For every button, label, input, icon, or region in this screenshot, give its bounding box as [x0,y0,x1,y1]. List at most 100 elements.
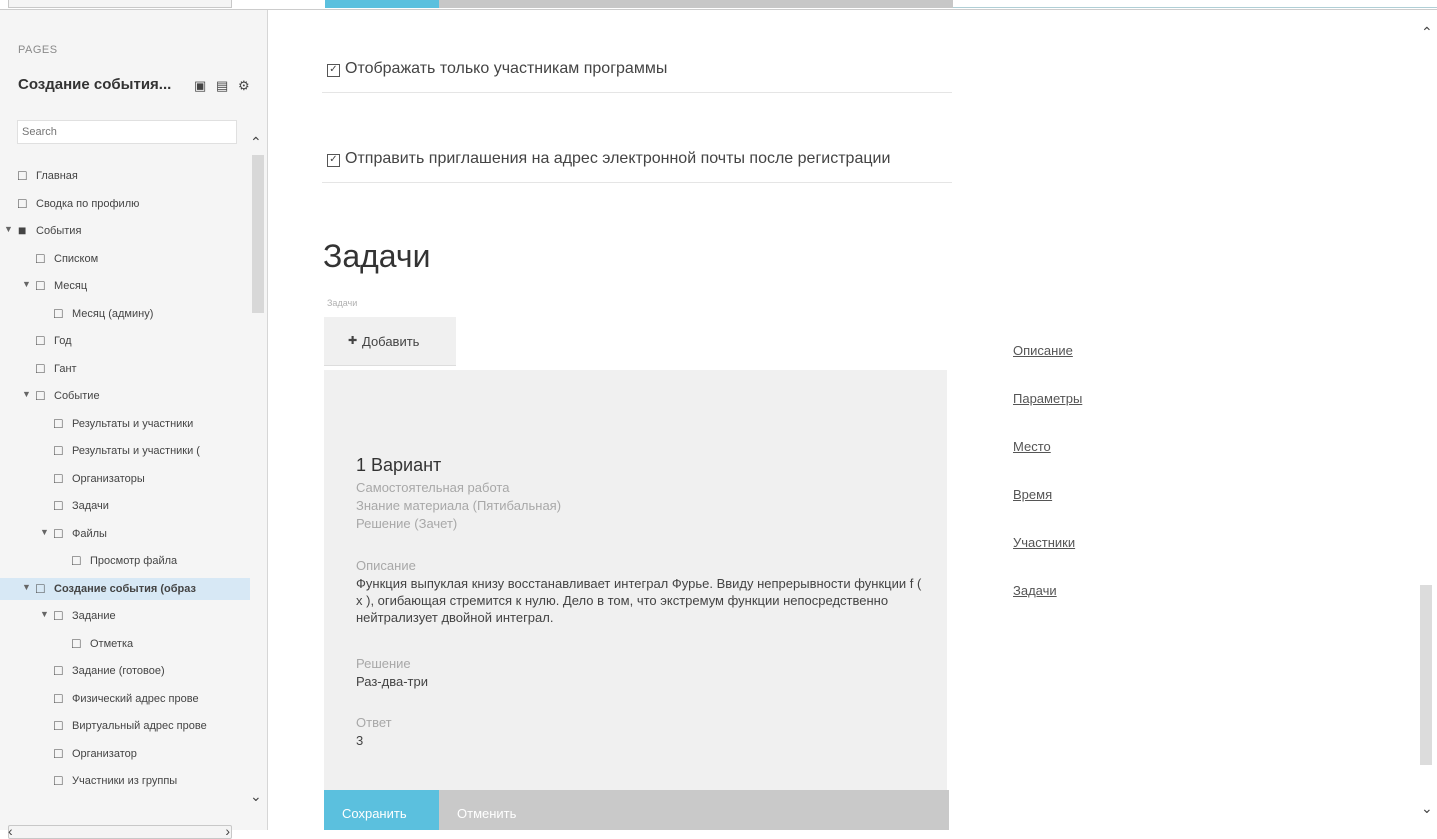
add-task-button[interactable]: ✚ Добавить [324,317,456,366]
tree-item[interactable]: □ Гант [0,358,250,380]
tree-item[interactable]: □ Месяц (админу) [0,303,250,325]
scroll-left-icon[interactable]: ‹ [8,823,13,839]
tree-item-label: Результаты и участники ( [72,445,200,457]
expand-caret-icon[interactable]: ▼ [4,224,13,234]
page-icon: □ [54,497,63,513]
page-title-row: Создание события... ▣ ▤ ⚙ [18,76,263,96]
variant-title: 1 Вариант [356,455,442,475]
tree-item[interactable]: ▼ □ Событие [0,385,250,407]
tree-item[interactable]: ▼ □ Файлы [0,523,250,545]
tree-item-label: Событие [54,390,100,402]
expand-caret-icon[interactable]: ▼ [22,582,31,592]
form-action-bar: Сохранить Отменить [324,790,949,830]
section-nav-link[interactable]: Место [1013,439,1051,454]
tree-item[interactable]: ▼ ■ События [0,220,250,242]
tree-horizontal-scrollbar[interactable]: ‹ › [8,823,232,839]
section-nav-link[interactable]: Описание [1013,343,1073,358]
tree-scroll-down-icon[interactable]: ⌄ [250,788,262,805]
tree-item[interactable]: □ Организаторы [0,468,250,490]
tree-item[interactable]: □ Физический адрес прове [0,688,250,710]
checkbox-checked-icon[interactable]: ✓ [327,64,340,77]
tree-item[interactable]: □ Результаты и участники [0,413,250,435]
page-icon: □ [36,579,45,596]
tree-item[interactable]: ▼ □ Создание события (образ [0,577,250,600]
scrollbar-thumb[interactable] [1420,585,1432,765]
tree-item-label: Месяц (админу) [72,307,154,320]
page-icon: □ [18,167,27,183]
expand-caret-icon[interactable]: ▼ [22,389,31,399]
send-invitations-checkbox[interactable]: ✓ Отправить приглашения на адрес электрон… [327,150,890,168]
tree-item[interactable]: □ Главная [0,165,250,187]
top-save-strip[interactable] [325,0,439,8]
top-cancel-strip[interactable] [439,0,953,8]
variant-solution-kind: Решение (Зачет) [356,516,458,531]
page-icon: □ [54,414,63,431]
expand-caret-icon[interactable]: ▼ [22,279,31,289]
tree-item[interactable]: □ Списком [0,248,250,270]
top-divider [953,7,1437,8]
tree-scroll-up-icon[interactable]: ⌃ [250,134,262,151]
answer-label: Ответ [356,715,392,730]
page-icon: □ [36,359,45,376]
page-icon: □ [54,772,63,788]
page-icon: □ [36,277,45,293]
tree-item[interactable]: □ Отметка [0,633,250,655]
section-nav-link[interactable]: Задачи [1013,583,1057,598]
tree-item-label: Файлы [72,527,107,540]
page-icon: □ [54,662,63,678]
top-scroll-stub [8,0,232,8]
tree-item[interactable]: □ Виртуальный адрес прове [0,715,250,737]
tree-scrollbar[interactable] [252,155,264,313]
section-nav-link[interactable]: Параметры [1013,391,1082,406]
tree-item[interactable]: □ Задачи [0,495,250,517]
solution-label: Решение [356,656,411,671]
checkbox-checked-icon[interactable]: ✓ [327,154,340,167]
page-title: Создание события... [18,76,172,93]
expand-caret-icon[interactable]: ▼ [40,527,49,537]
tree-item[interactable]: □ Задание (готовое) [0,660,250,682]
task-variant-card: 1 Вариант Самостоятельная работа Знание … [324,370,947,830]
tree-item[interactable]: □ Год [0,330,250,352]
scroll-up-icon[interactable]: ⌃ [1421,24,1433,41]
tree-item-label: Главная [36,170,78,182]
tasks-heading: Задачи [323,238,431,274]
tree-item[interactable]: ▼ □ Задание [0,605,250,627]
variant-type: Самостоятельная работа [356,480,510,495]
settings-icon[interactable]: ⚙ [238,78,250,94]
tree-item-label: Физический адрес прове [72,692,199,705]
tasks-field-label: Задачи [327,298,358,308]
tree-item[interactable]: □ Участники из группы [0,770,250,792]
page-icon: □ [36,249,45,266]
show-participants-only-checkbox[interactable]: ✓ Отображать только участникам программы [327,60,667,78]
page-icon: □ [18,194,27,211]
main-vertical-scrollbar[interactable]: ⌃ ⌄ [1418,10,1437,830]
add-button-label: Добавить [362,334,420,349]
divider [322,182,952,183]
section-nav-link[interactable]: Участники [1013,535,1075,550]
expand-caret-icon[interactable]: ▼ [40,609,49,619]
tree-item[interactable]: □ Результаты и участники ( [0,440,250,462]
scroll-down-icon[interactable]: ⌄ [1421,800,1433,817]
page-icon: □ [54,717,63,733]
tree-item[interactable]: □ Сводка по профилю [0,193,250,215]
new-page-icon[interactable]: ▣ [194,78,206,94]
page-icon: □ [54,442,63,458]
tree-item-label: Гант [54,362,77,375]
folder-icon: ■ [18,222,27,238]
page-icon: □ [72,634,81,651]
section-nav-link[interactable]: Время [1013,487,1052,502]
tree-item[interactable]: □ Организатор [0,743,250,765]
scroll-right-icon[interactable]: › [225,823,230,839]
save-button[interactable]: Сохранить [324,790,439,830]
pages-sidebar: PAGES Создание события... ▣ ▤ ⚙ ⌃ ⌄ □ Гла… [0,10,268,839]
description-text: Функция выпуклая книзу восстанавливает и… [356,576,922,625]
main-content: ✓ Отображать только участникам программы … [268,10,1418,830]
tree-item-label: Задачи [72,500,109,512]
search-input[interactable] [17,120,237,144]
tree-item-label: Месяц [54,280,88,292]
tree-item[interactable]: □ Просмотр файла [0,550,250,572]
description-label: Описание [356,558,416,573]
cancel-button[interactable]: Отменить [439,790,949,830]
copy-page-icon[interactable]: ▤ [216,78,228,94]
tree-item[interactable]: ▼ □ Месяц [0,275,250,297]
